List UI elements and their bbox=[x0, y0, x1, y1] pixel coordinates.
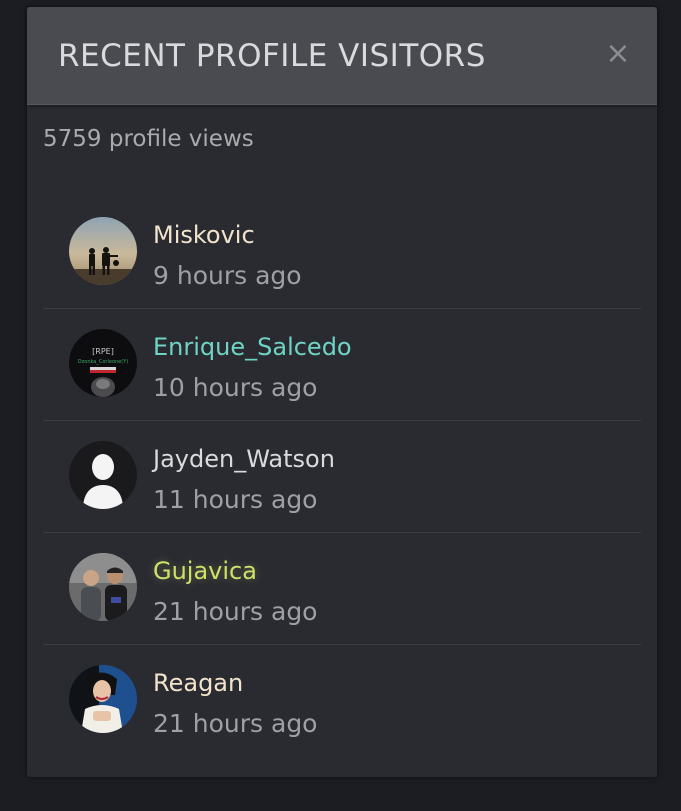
visit-time: 21 hours ago bbox=[153, 709, 318, 738]
visitor-name[interactable]: Gujavica bbox=[153, 555, 257, 587]
visitor-name[interactable]: Miskovic bbox=[153, 219, 255, 251]
woman-portrait-avatar[interactable] bbox=[69, 665, 137, 733]
visitor-row: Miskovic 9 hours ago bbox=[43, 197, 641, 309]
visit-time: 10 hours ago bbox=[153, 373, 318, 402]
visit-time: 21 hours ago bbox=[153, 597, 318, 626]
default-person-avatar[interactable] bbox=[69, 441, 137, 509]
visit-time: 9 hours ago bbox=[153, 261, 302, 290]
svg-text:[RPE]: [RPE] bbox=[92, 347, 114, 356]
visitor-name[interactable]: Jayden_Watson bbox=[153, 443, 335, 475]
visitor-row: [RPE] Dzonka_Corleone(Y) Enrique_Salcedo… bbox=[43, 309, 641, 421]
visitor-row: Reagan 21 hours ago bbox=[43, 645, 641, 756]
visitor-list: Miskovic 9 hours ago [RPE] Dzonka_Corleo… bbox=[43, 197, 641, 756]
profile-views-count: 5759 profile views bbox=[43, 126, 254, 152]
profile-visitors-modal: RECENT PROFILE VISITORS × 5759 profile v… bbox=[27, 7, 657, 777]
visitor-name[interactable]: Enrique_Salcedo bbox=[153, 331, 352, 363]
visitor-row: Gujavica 21 hours ago bbox=[43, 533, 641, 645]
visitor-name[interactable]: Reagan bbox=[153, 667, 243, 699]
two-men-photo-avatar[interactable] bbox=[69, 553, 137, 621]
svg-text:Dzonka_Corleone(Y): Dzonka_Corleone(Y) bbox=[78, 359, 128, 365]
modal-header: RECENT PROFILE VISITORS × bbox=[27, 7, 657, 105]
visitor-row: Jayden_Watson 11 hours ago bbox=[43, 421, 641, 533]
close-button[interactable]: × bbox=[605, 37, 631, 71]
visit-time: 11 hours ago bbox=[153, 485, 318, 514]
modal-title: RECENT PROFILE VISITORS bbox=[58, 38, 486, 74]
rpe-gang-logo-avatar[interactable]: [RPE] Dzonka_Corleone(Y) bbox=[69, 329, 137, 397]
soldiers-silhouette-avatar[interactable] bbox=[69, 217, 137, 285]
close-icon: × bbox=[605, 36, 631, 71]
